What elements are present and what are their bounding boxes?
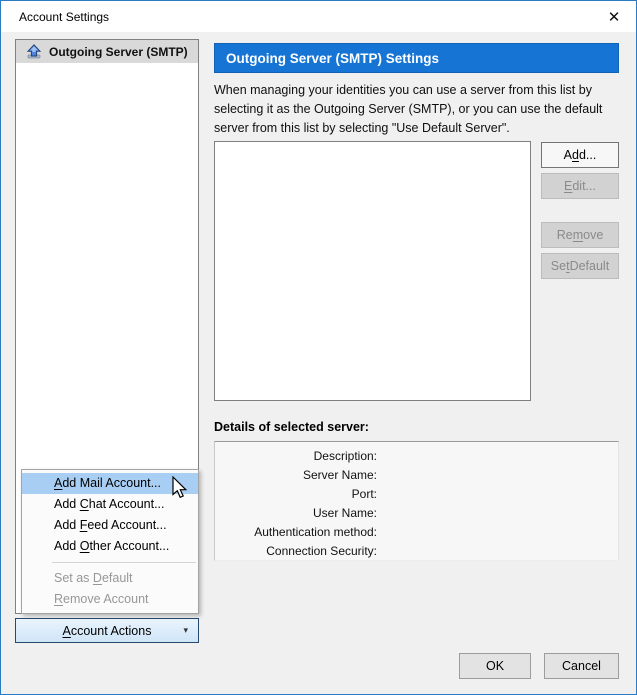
detail-label-user-name: User Name: xyxy=(312,506,377,520)
menu-item-add-other-account[interactable]: Add Other Account... xyxy=(22,536,198,557)
titlebar: Account Settings ✕ xyxy=(1,1,636,32)
account-actions-label: Account Actions xyxy=(62,623,152,638)
dropdown-caret-icon: ▾ xyxy=(183,625,188,635)
sidebar-item-label: Outgoing Server (SMTP) xyxy=(49,44,188,59)
outgoing-server-icon xyxy=(26,44,42,59)
sidebar-item-outgoing-server[interactable]: Outgoing Server (SMTP) xyxy=(16,40,198,63)
panel-header-title: Outgoing Server (SMTP) Settings xyxy=(226,50,440,66)
panel-description: When managing your identities you can us… xyxy=(214,83,603,135)
menu-item-add-mail-account[interactable]: Add Mail Account... xyxy=(22,473,198,494)
cancel-button[interactable]: Cancel xyxy=(544,653,619,679)
account-settings-dialog: Account Settings ✕ Outgoing Server (SMTP… xyxy=(0,0,637,695)
set-default-button[interactable]: Se t Default xyxy=(541,253,619,279)
details-box: Description: Server Name: Port: User Nam… xyxy=(214,441,619,561)
account-actions-button[interactable]: Account Actions ▾ xyxy=(15,618,199,643)
menu-item-add-feed-account[interactable]: Add Feed Account... xyxy=(22,515,198,536)
account-actions-menu: Add Mail Account... Add Chat Account... … xyxy=(21,469,199,614)
detail-label-connection-security: Connection Security: xyxy=(266,544,377,558)
close-icon[interactable]: ✕ xyxy=(600,5,628,29)
add-button[interactable]: Ad d... xyxy=(541,142,619,168)
detail-label-port: Port: xyxy=(351,487,377,501)
menu-item-set-as-default[interactable]: Set as Default xyxy=(22,568,198,589)
detail-label-description: Description: xyxy=(313,449,377,463)
menu-item-remove-account[interactable]: Remove Account xyxy=(22,589,198,610)
window-title: Account Settings xyxy=(19,10,110,24)
details-title: Details of selected server: xyxy=(214,420,369,434)
detail-label-server-name: Server Name: xyxy=(302,468,377,482)
smtp-server-listbox[interactable] xyxy=(214,141,531,401)
menu-item-add-chat-account[interactable]: Add Chat Account... xyxy=(22,494,198,515)
ok-button[interactable]: OK xyxy=(459,653,531,679)
panel-header: Outgoing Server (SMTP) Settings xyxy=(214,43,619,73)
menu-separator xyxy=(52,562,196,563)
edit-button[interactable]: Edit... xyxy=(541,173,619,199)
remove-button[interactable]: Re m ove xyxy=(541,222,619,248)
detail-label-authentication-method: Authentication method: xyxy=(254,525,377,539)
